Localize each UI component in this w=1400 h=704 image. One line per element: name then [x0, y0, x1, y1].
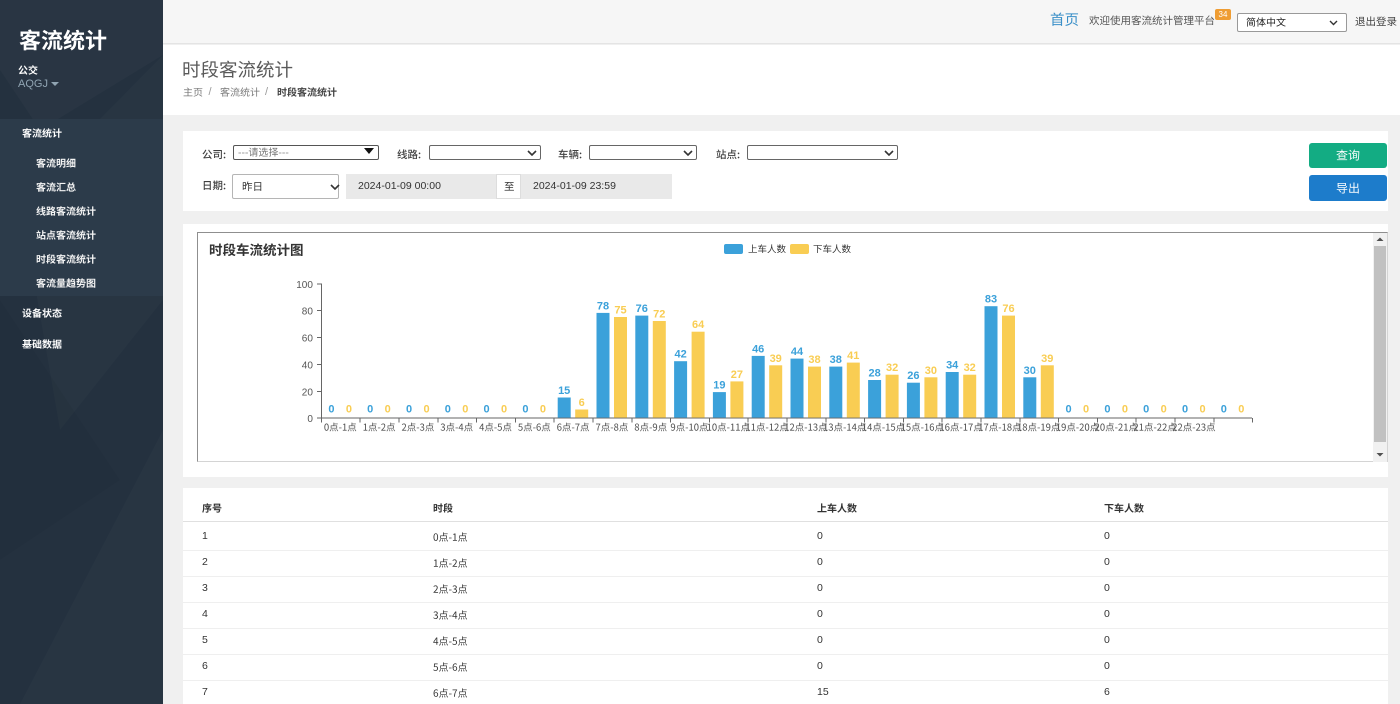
svg-text:76: 76: [636, 303, 648, 315]
svg-text:0: 0: [1143, 404, 1149, 416]
svg-text:15: 15: [558, 385, 570, 397]
svg-text:41: 41: [847, 350, 859, 362]
svg-text:32: 32: [886, 362, 898, 374]
svg-text:60: 60: [302, 334, 314, 345]
svg-text:46: 46: [752, 343, 764, 355]
svg-text:26: 26: [907, 370, 919, 382]
svg-text:0: 0: [462, 404, 468, 416]
svg-text:6: 6: [579, 397, 585, 409]
svg-text:44: 44: [791, 346, 804, 358]
svg-text:39: 39: [1041, 353, 1053, 365]
svg-text:0: 0: [522, 404, 528, 416]
svg-text:34: 34: [946, 360, 959, 372]
svg-text:0: 0: [328, 404, 334, 416]
svg-text:27: 27: [731, 369, 743, 381]
svg-text:0: 0: [423, 404, 429, 416]
svg-text:0: 0: [1066, 404, 1072, 416]
svg-text:0: 0: [1182, 404, 1188, 416]
svg-text:100: 100: [296, 280, 313, 291]
svg-text:80: 80: [302, 307, 314, 318]
svg-text:0: 0: [540, 404, 546, 416]
svg-text:32: 32: [964, 362, 976, 374]
svg-text:0: 0: [346, 404, 352, 416]
svg-text:72: 72: [653, 309, 665, 321]
svg-text:38: 38: [808, 354, 820, 366]
svg-text:0: 0: [1238, 404, 1244, 416]
svg-text:0: 0: [445, 404, 451, 416]
svg-text:78: 78: [597, 300, 609, 312]
svg-text:0: 0: [406, 404, 412, 416]
svg-text:0: 0: [385, 404, 391, 416]
svg-text:39: 39: [770, 353, 782, 365]
svg-text:42: 42: [674, 349, 686, 361]
svg-text:0: 0: [1221, 404, 1227, 416]
svg-text:76: 76: [1002, 303, 1014, 315]
svg-text:0: 0: [501, 404, 507, 416]
svg-text:30: 30: [925, 365, 937, 377]
svg-text:83: 83: [985, 294, 997, 306]
svg-text:0: 0: [1161, 404, 1167, 416]
svg-text:0: 0: [1199, 404, 1205, 416]
svg-text:40: 40: [302, 360, 314, 371]
svg-text:0: 0: [367, 404, 373, 416]
svg-text:0: 0: [484, 404, 490, 416]
svg-text:19: 19: [713, 380, 725, 392]
svg-text:38: 38: [830, 354, 842, 366]
svg-text:30: 30: [1024, 365, 1036, 377]
svg-text:0: 0: [307, 414, 313, 425]
svg-text:0: 0: [1104, 404, 1110, 416]
svg-text:20: 20: [302, 387, 314, 398]
svg-text:75: 75: [614, 305, 626, 317]
svg-text:0: 0: [1083, 404, 1089, 416]
svg-text:64: 64: [692, 319, 705, 331]
svg-text:0: 0: [1122, 404, 1128, 416]
svg-text:28: 28: [868, 368, 880, 380]
